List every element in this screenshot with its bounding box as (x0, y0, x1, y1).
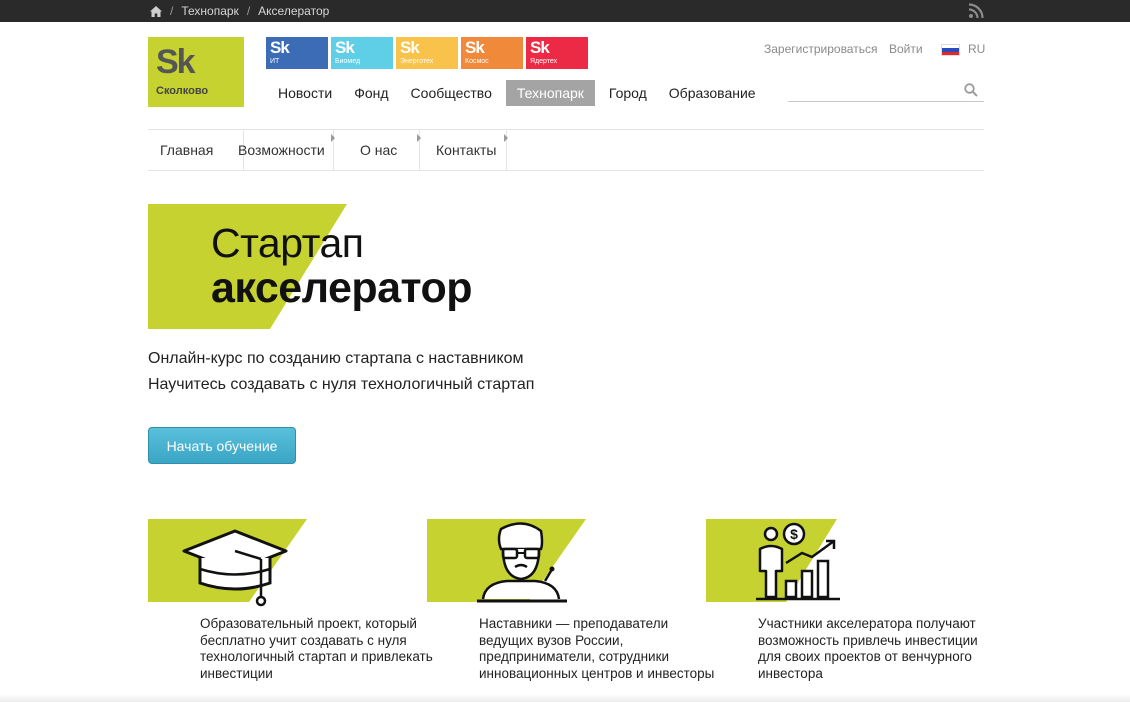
cluster-label: Ядертех (530, 58, 558, 65)
cluster-it-link[interactable]: Sk ИТ (266, 37, 328, 69)
section-subnav: Главная Возможности О нас Контакты (148, 129, 984, 171)
breadcrumb-technopark-link[interactable]: Технопарк (181, 4, 238, 18)
skolkovo-logo[interactable]: Sk Сколково (148, 37, 244, 107)
nav-item-education[interactable]: Образование (661, 80, 764, 106)
russian-flag-icon[interactable] (941, 44, 960, 56)
hero-subtitle-1: Онлайн-курс по созданию стартапа с наста… (148, 350, 524, 367)
breadcrumb-separator: / (170, 4, 174, 18)
breadcrumb-current: Акселератор (258, 4, 330, 18)
top-bar: / Технопарк / Акселератор (0, 0, 1130, 22)
hero-title-line2: акселератор (211, 264, 473, 312)
feature-text: Образовательный проект, который бесплатн… (200, 616, 433, 681)
submenu-arrow-icon (331, 134, 335, 142)
cluster-energotech-link[interactable]: Sk Энерготех (396, 37, 458, 69)
nav-item-fund[interactable]: Фонд (346, 80, 396, 106)
cluster-mark: Sk (465, 38, 485, 57)
hero-title-line1: Стартап (211, 220, 364, 266)
submenu-arrow-icon (417, 134, 421, 142)
nav-item-city[interactable]: Город (601, 80, 655, 106)
rss-icon[interactable] (968, 3, 984, 19)
search-input[interactable] (788, 78, 958, 100)
cluster-label: Космос (465, 58, 489, 65)
subnav-item-about[interactable]: О нас (360, 130, 397, 170)
cluster-label: ИТ (270, 58, 280, 65)
bottom-shadow (0, 694, 1130, 702)
svg-text:$: $ (790, 526, 798, 542)
hero-subtitle-2: Научитесь создавать с нуля технологичный… (148, 376, 535, 393)
nav-item-news[interactable]: Новости (270, 80, 340, 106)
start-learning-button[interactable]: Начать обучение (148, 427, 296, 464)
breadcrumb-separator: / (246, 4, 251, 18)
investor-growth-icon: $ (706, 519, 840, 602)
subnav-item-opportunities[interactable]: Возможности (238, 130, 325, 170)
graduation-cap-icon (148, 519, 307, 607)
register-link[interactable]: Зарегистрироваться (764, 42, 877, 56)
cluster-label: Биомед (335, 58, 361, 65)
feature-card-investors: $ Участники акселератора получают возмож… (706, 519, 978, 699)
main-nav: Новости Фонд Сообщество Технопарк Город … (270, 80, 770, 106)
search-icon[interactable] (964, 83, 978, 97)
cluster-label: Энерготех (400, 58, 434, 65)
cluster-space-link[interactable]: Sk Космос (461, 37, 523, 69)
feature-card-education: Образовательный проект, который бесплатн… (148, 519, 433, 699)
language-selector[interactable]: RU (968, 42, 985, 56)
cluster-mark: Sk (400, 38, 420, 57)
logo-name: Сколково (156, 85, 209, 97)
cluster-nuclear-link[interactable]: Sk Ядертех (526, 37, 588, 69)
cluster-links: Sk ИТ Sk Биомед Sk Энерготех Sk Космос S… (266, 37, 591, 69)
feature-card-mentors: Наставники — преподаватели ведущих вузов… (427, 519, 714, 699)
cluster-mark: Sk (270, 38, 290, 57)
logo-mark: Sk (156, 43, 196, 81)
login-link[interactable]: Войти (889, 42, 923, 56)
nav-item-community[interactable]: Сообщество (403, 80, 500, 106)
subnav-item-home[interactable]: Главная (160, 130, 213, 170)
breadcrumb: / Технопарк / Акселератор (150, 0, 329, 22)
cluster-mark: Sk (335, 38, 355, 57)
subnav-item-contacts[interactable]: Контакты (436, 130, 496, 170)
mentor-icon (427, 519, 586, 603)
cluster-mark: Sk (530, 38, 550, 57)
submenu-arrow-icon (504, 134, 508, 142)
home-icon[interactable] (150, 5, 162, 17)
feature-text: Участники акселератора получают возможно… (758, 616, 978, 681)
cluster-biomed-link[interactable]: Sk Биомед (331, 37, 393, 69)
search-box (788, 78, 984, 102)
nav-item-technopark[interactable]: Технопарк (505, 80, 595, 106)
feature-text: Наставники — преподаватели ведущих вузов… (479, 616, 715, 681)
